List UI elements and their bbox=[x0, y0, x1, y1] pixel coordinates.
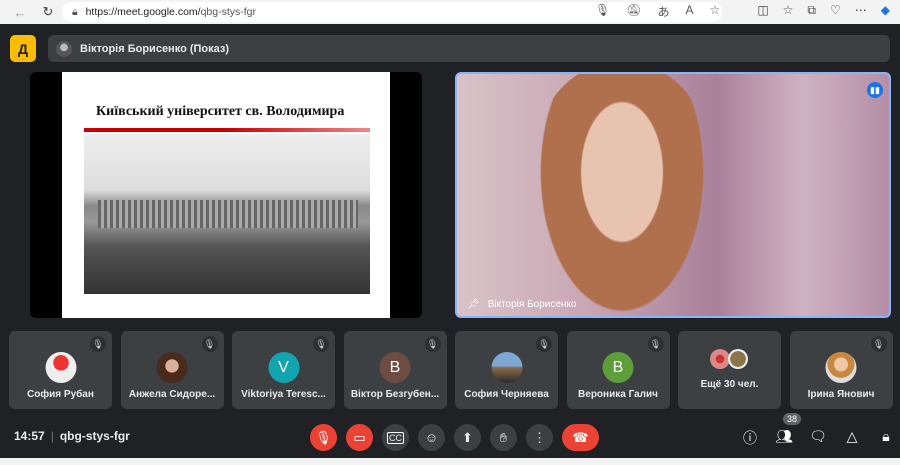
mic-icon[interactable]: 🎙︎ bbox=[595, 3, 610, 20]
notifications-off-icon[interactable]: 🔕︎ bbox=[626, 3, 641, 20]
presentation-tile[interactable]: Київський університет св. Володимира bbox=[30, 72, 422, 318]
meeting-details-button[interactable]: ⓘ bbox=[740, 428, 760, 446]
avatar bbox=[825, 352, 857, 383]
reload-icon[interactable]: ↻ bbox=[38, 4, 58, 20]
presenter-avatar bbox=[56, 40, 72, 57]
participant-tile[interactable]: 🎙︎ В Віктор Безгубен... bbox=[343, 331, 447, 409]
avatar bbox=[728, 349, 748, 369]
avatar: В bbox=[602, 352, 634, 383]
collections-icon[interactable]: ⧉ bbox=[807, 3, 816, 18]
chat-icon: 🗨︎ bbox=[809, 428, 827, 444]
chat-button[interactable]: 🗨︎ bbox=[808, 428, 828, 446]
emoji-icon: ☺ bbox=[424, 430, 439, 445]
lock-icon: 🔒︎ bbox=[72, 5, 78, 18]
hand-icon: ✋︎ bbox=[499, 429, 508, 445]
url-host: https://meet.google.com/ bbox=[85, 6, 201, 18]
participant-tile[interactable]: 🎙︎ Ірина Янович bbox=[789, 331, 893, 409]
participant-name: София Черняева bbox=[464, 389, 549, 400]
pin-icon[interactable]: 📌︎ bbox=[467, 299, 480, 310]
activities-icon: △ bbox=[846, 428, 858, 444]
camera-toggle-button[interactable]: ▭ bbox=[346, 424, 373, 451]
participant-name: София Рубан bbox=[27, 389, 94, 400]
info-icon: ⓘ bbox=[743, 430, 757, 446]
leave-call-button[interactable]: ☎︎ bbox=[562, 424, 599, 451]
control-bar: 14:57 | qbg-stys-fgr 🎙︎ ▭ CC ☺ ⬆ ✋︎ ⋮ ☎︎ ⓘ… bbox=[0, 420, 900, 452]
captions-button[interactable]: CC bbox=[382, 424, 409, 451]
participant-name: Вероника Галич bbox=[578, 389, 658, 400]
split-screen-icon[interactable]: ◫ bbox=[757, 3, 768, 18]
speaker-name: Вікторія Борисенко bbox=[487, 299, 577, 310]
mic-off-icon: 🎙︎ bbox=[90, 336, 106, 352]
mic-off-icon: 🎙︎ bbox=[870, 336, 887, 352]
participant-name: Viktoriya Teresc... bbox=[241, 389, 326, 400]
participant-tile[interactable]: 🎙︎ Анжела Сидоре... bbox=[120, 331, 224, 409]
host-controls-button[interactable]: 🔒︎ bbox=[876, 428, 896, 446]
slide: Київський університет св. Володимира bbox=[62, 72, 390, 318]
browser-toolbar: ← ↻ 🔒︎ https://meet.google.com/qbg-stys-… bbox=[0, 0, 900, 24]
slide-title: Київський університет св. Володимира bbox=[96, 104, 345, 119]
translate-icon[interactable]: あ bbox=[657, 3, 669, 20]
more-icon[interactable]: ⋯ bbox=[855, 3, 867, 18]
participant-tile[interactable]: 🎙︎ V Viktoriya Teresc... bbox=[232, 331, 335, 409]
meeting-code: qbg-stys-fgr bbox=[59, 429, 130, 443]
presenter-bar: Вікторія Борисенко (Показ) bbox=[48, 35, 890, 62]
window-edge bbox=[0, 458, 900, 465]
mic-off-icon: 🎙︎ bbox=[313, 336, 329, 352]
health-icon[interactable]: ♡ bbox=[830, 3, 841, 18]
avatar bbox=[45, 352, 76, 383]
activities-button[interactable]: △ bbox=[842, 428, 862, 446]
more-participants-label: Ещё 30 чел. bbox=[700, 379, 759, 390]
back-icon[interactable]: ← bbox=[10, 5, 30, 20]
participant-name: Анжела Сидоре... bbox=[128, 389, 216, 400]
hang-up-icon: ☎︎ bbox=[572, 429, 589, 445]
raise-hand-button[interactable]: ✋︎ bbox=[490, 424, 517, 451]
present-button[interactable]: ⬆ bbox=[454, 424, 481, 451]
participant-tile[interactable]: 🎙︎ В Вероника Галич bbox=[566, 331, 670, 409]
mic-off-icon: 🎙︎ bbox=[424, 336, 441, 352]
participant-tile[interactable]: 🎙︎ София Черняева bbox=[455, 331, 558, 409]
speaker-video-tile[interactable]: ▮▮ 📌︎ Вікторія Борисенко bbox=[455, 72, 891, 318]
camera-off-icon: ▭ bbox=[353, 429, 366, 445]
read-aloud-icon[interactable]: A bbox=[685, 3, 693, 20]
people-button[interactable]: 👥︎ bbox=[774, 428, 794, 446]
mic-off-icon: 🎙︎ bbox=[315, 429, 332, 445]
clock: 14:57 bbox=[14, 429, 45, 443]
mic-off-icon: 🎙︎ bbox=[201, 336, 218, 352]
url-path: qbg-stys-fgr bbox=[200, 6, 257, 18]
speaking-indicator-icon: ▮▮ bbox=[867, 82, 883, 98]
mic-off-icon: 🎙︎ bbox=[536, 336, 552, 352]
favorite-star-icon[interactable]: ☆ bbox=[710, 3, 721, 20]
mic-off-icon: 🎙︎ bbox=[647, 336, 664, 352]
avatar bbox=[491, 352, 522, 383]
people-count-badge: 38 bbox=[783, 413, 802, 425]
favorites-icon[interactable]: ☆ bbox=[783, 3, 794, 18]
present-screen-icon: ⬆ bbox=[462, 429, 473, 445]
meet-logo-icon[interactable]: Д bbox=[10, 35, 36, 62]
participant-name: Віктор Безгубен... bbox=[350, 389, 440, 400]
participant-name: Ірина Янович bbox=[807, 389, 875, 400]
avatar: V bbox=[268, 352, 299, 383]
mic-toggle-button[interactable]: 🎙︎ bbox=[310, 424, 337, 451]
copilot-icon[interactable]: ◆ bbox=[881, 3, 890, 18]
slide-divider bbox=[84, 128, 370, 132]
lock-person-icon: 🔒︎ bbox=[882, 428, 890, 444]
avatar bbox=[710, 349, 730, 369]
participant-strip: 🎙︎ София Рубан 🎙︎ Анжела Сидоре... 🎙︎ V Vikt… bbox=[9, 331, 893, 409]
avatar: В bbox=[379, 352, 411, 383]
participant-tile[interactable]: 🎙︎ София Рубан bbox=[9, 331, 112, 409]
reactions-button[interactable]: ☺ bbox=[418, 424, 445, 451]
speaker-video bbox=[527, 74, 717, 316]
more-options-button[interactable]: ⋮ bbox=[526, 424, 553, 451]
people-icon: 👥︎ bbox=[775, 428, 793, 444]
more-vert-icon: ⋮ bbox=[533, 429, 546, 445]
presenter-label: Вікторія Борисенко (Показ) bbox=[80, 42, 230, 55]
avatar bbox=[156, 352, 188, 383]
more-participants-tile[interactable]: Ещё 30 чел. bbox=[678, 331, 781, 409]
captions-icon: CC bbox=[387, 431, 404, 444]
university-photo bbox=[84, 134, 370, 294]
